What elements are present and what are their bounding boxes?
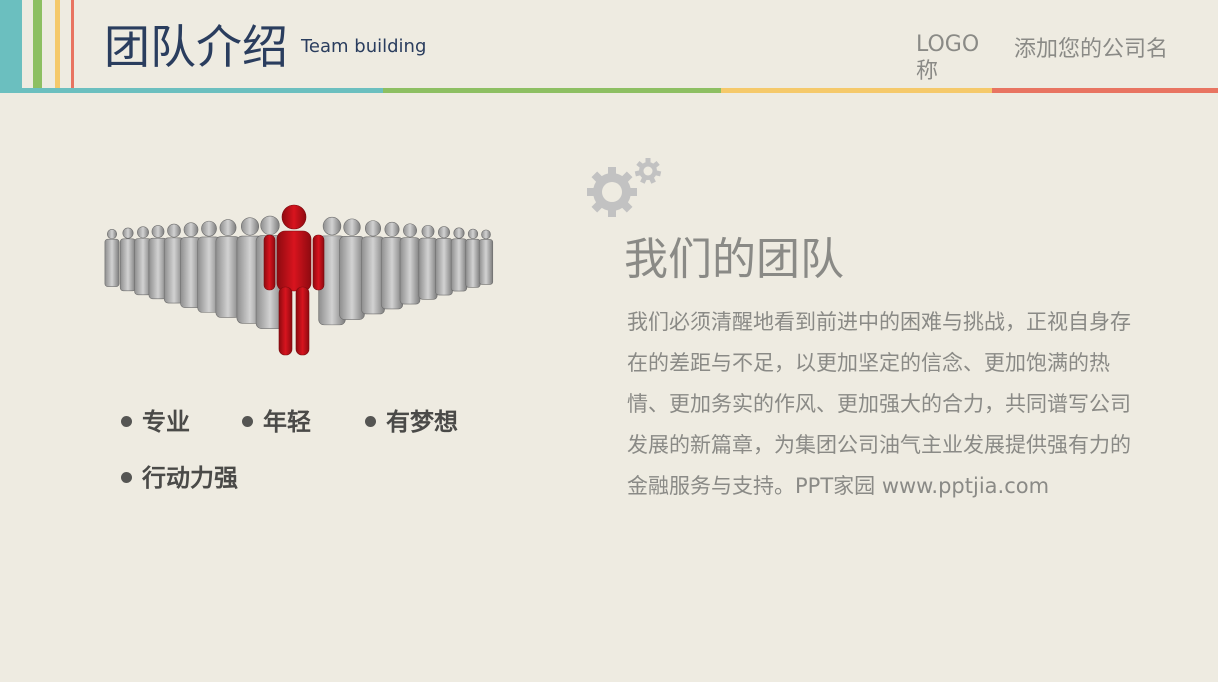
gears-icon [587, 158, 662, 217]
bullet-item: 行动力强 [121, 463, 238, 493]
header-red-bar [71, 0, 74, 92]
crowd-of-people-illustration [104, 204, 494, 356]
crowd-person [399, 223, 421, 305]
bullet-dot-icon [121, 415, 132, 427]
bullet-dot-icon [242, 415, 253, 427]
header-line-teal [0, 88, 383, 93]
bullet-item: 有梦想 [365, 407, 458, 437]
header-line-green [383, 88, 721, 93]
bullet-item: 专业 [121, 407, 190, 437]
crowd-person [339, 218, 365, 320]
logo-placeholder: LOGO称 [916, 32, 980, 84]
crowd-person [418, 224, 438, 300]
crowd-person [435, 226, 453, 296]
team-description: 我们必须清醒地看到前进中的困难与挑战，正视自身存在的差距与不足，以更加坚定的信念… [627, 310, 1131, 498]
crowd-person [119, 227, 137, 292]
bullet-item: 年轻 [242, 407, 311, 437]
company-name: 添加您的公司名 [1014, 37, 1169, 62]
crowd-person [478, 229, 494, 285]
crowd-person [450, 227, 468, 292]
header-yellow-bar [55, 0, 60, 92]
page-title: 团队介绍 [104, 20, 288, 74]
crowd-person [215, 219, 241, 318]
crowd-person [465, 228, 481, 288]
crowd-person [380, 221, 404, 310]
header-green-bar [33, 0, 42, 92]
bullet-dot-icon [121, 471, 132, 483]
page-subtitle: Team building [301, 36, 427, 57]
header-line-yellow [721, 88, 992, 93]
header-line-red [992, 88, 1218, 93]
bullet-dot-icon [365, 415, 376, 427]
team-heading: 我们的团队 [624, 234, 844, 285]
crowd-person [104, 228, 120, 287]
header-teal-bar [0, 0, 22, 92]
